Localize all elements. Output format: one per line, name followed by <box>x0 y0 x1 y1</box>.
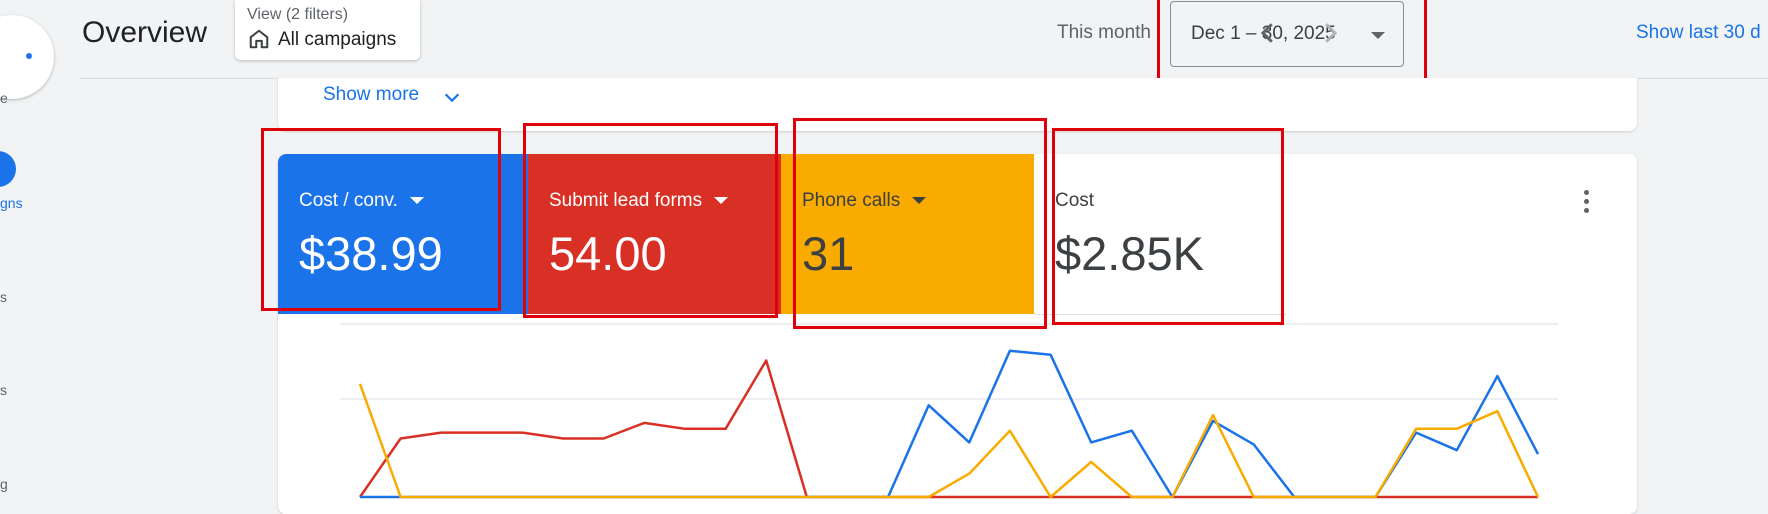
rail-active-icon[interactable] <box>0 151 16 187</box>
highlight-box-date-range <box>1157 0 1427 82</box>
home-icon <box>249 29 269 49</box>
left-nav-rail: e gns s s g <box>0 0 80 495</box>
chart-series-line-1 <box>360 349 1540 499</box>
view-filter-label: View (2 filters) <box>247 6 349 23</box>
view-filter-value: All campaigns <box>278 29 397 50</box>
rail-item-label[interactable]: g <box>0 476 8 492</box>
more-vert-icon[interactable] <box>1584 190 1594 218</box>
show-last-30-days-link[interactable]: Show last 30 d <box>1636 22 1761 44</box>
avatar-dot <box>26 53 32 59</box>
rail-item-label[interactable]: s <box>0 289 7 305</box>
page-header: Overview View (2 filters) All campaigns … <box>80 0 1768 79</box>
rail-item-label[interactable]: s <box>0 382 7 398</box>
chart-series-line-0 <box>358 359 1538 499</box>
account-avatar[interactable] <box>0 15 54 99</box>
rail-item-campaigns[interactable]: gns <box>0 195 23 211</box>
show-more-link[interactable]: Show more <box>323 84 419 106</box>
rail-item-label[interactable]: e <box>0 90 8 106</box>
view-filter-selector[interactable]: View (2 filters) All campaigns <box>235 0 420 60</box>
highlight-box <box>523 123 778 318</box>
highlight-box <box>261 128 501 311</box>
period-label: This month <box>1057 22 1151 43</box>
chart-series-line-2 <box>358 383 1540 499</box>
page-title: Overview <box>82 16 208 49</box>
highlight-box <box>793 118 1047 329</box>
chevron-down-icon[interactable] <box>441 86 463 108</box>
highlight-box <box>1052 128 1284 325</box>
